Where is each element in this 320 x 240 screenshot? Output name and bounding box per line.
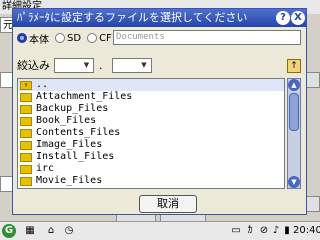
list-item[interactable]: Backup_Files: [18, 103, 284, 115]
close-button[interactable]: X: [291, 11, 305, 25]
source-label: CF: [99, 32, 112, 44]
filter-label: 絞込み: [17, 59, 50, 72]
file-name: Book_Files: [36, 115, 97, 126]
folder-icon: [20, 164, 32, 174]
no-sign-icon[interactable]: ⊘: [258, 224, 270, 238]
list-item[interactable]: Attachment_Files: [18, 91, 284, 103]
file-list[interactable]: ↑ .. Attachment_Files Backup_Files Book_…: [17, 78, 285, 189]
radio-main-storage[interactable]: [17, 33, 27, 43]
file-name: irc: [36, 163, 55, 174]
radio-sd[interactable]: [55, 33, 65, 43]
file-name: ..: [36, 79, 49, 90]
list-scrollbar[interactable]: ▲ ▼: [287, 78, 301, 189]
scroll-down-button[interactable]: ▼: [288, 176, 300, 188]
list-item[interactable]: Movie_Files: [18, 175, 284, 187]
clock: 20:40: [293, 225, 320, 236]
dialog-title: ﾊﾟﾗﾒｰﾀに設定するファイルを選択してください: [13, 9, 306, 27]
scroll-thumb[interactable]: [289, 93, 299, 131]
filter-row: 絞込み ▼ . ▼: [17, 57, 152, 73]
background-right-button: [306, 72, 320, 88]
volume-icon[interactable]: ♪: [270, 224, 282, 238]
chevron-down-icon: ▼: [141, 60, 147, 69]
folder-up-icon: ↑: [290, 61, 298, 71]
card-icon[interactable]: ▭: [230, 224, 242, 238]
file-name: Backup_Files: [36, 103, 109, 114]
list-item[interactable]: ↑ ..: [18, 79, 284, 91]
file-select-dialog: ﾊﾟﾗﾒｰﾀに設定するファイルを選択してください ? X 本体 SD CF Do…: [12, 8, 307, 215]
filter-separator: .: [99, 58, 103, 72]
chevron-down-icon: ▼: [83, 60, 90, 69]
folder-icon: [20, 116, 32, 126]
radio-cf[interactable]: [87, 33, 98, 43]
list-item[interactable]: Book_Files: [18, 115, 284, 127]
battery-icon[interactable]: ▮: [282, 224, 292, 238]
start-icon[interactable]: G: [2, 224, 16, 238]
source-label: SD: [67, 32, 82, 44]
file-name: Contents_Files: [36, 127, 121, 138]
taskbar: G ▦ ⌂ ◷ ▭ ｶ ⊘ ♪ ▮ 20:40: [0, 221, 320, 240]
home-icon[interactable]: ⌂: [44, 224, 58, 238]
file-name: Image_Files: [36, 139, 103, 150]
folder-icon: [20, 128, 32, 138]
file-name: Attachment_Files: [36, 91, 133, 102]
list-item[interactable]: Contents_Files: [18, 127, 284, 139]
keyboard-icon[interactable]: ▦: [22, 224, 38, 238]
background-right-button: [306, 196, 320, 212]
source-selector: 本体 SD CF: [17, 30, 118, 46]
clock-app-icon[interactable]: ◷: [62, 224, 76, 238]
folder-icon: [20, 92, 32, 102]
input-method-icon[interactable]: ｶ: [244, 224, 256, 238]
list-item[interactable]: irc: [18, 163, 284, 175]
folder-up-icon: ↑: [20, 80, 32, 90]
filter-ext-combo[interactable]: ▼: [111, 57, 152, 73]
folder-icon: [20, 104, 32, 114]
source-label: 本体: [29, 34, 49, 46]
list-item[interactable]: Install_Files: [18, 151, 284, 163]
list-item[interactable]: Image_Files: [18, 139, 284, 151]
folder-icon: [20, 140, 32, 150]
filter-name-combo[interactable]: ▼: [54, 57, 94, 73]
parent-folder-button[interactable]: ↑: [287, 59, 301, 73]
cancel-button[interactable]: 取消: [139, 195, 197, 213]
file-name: Movie_Files: [36, 175, 103, 186]
folder-icon: [20, 152, 32, 162]
folder-icon: [20, 176, 32, 186]
path-field[interactable]: Documents: [113, 30, 301, 45]
file-name: Install_Files: [36, 151, 115, 162]
help-button[interactable]: ?: [276, 11, 290, 25]
scroll-up-button[interactable]: ▲: [288, 79, 300, 91]
